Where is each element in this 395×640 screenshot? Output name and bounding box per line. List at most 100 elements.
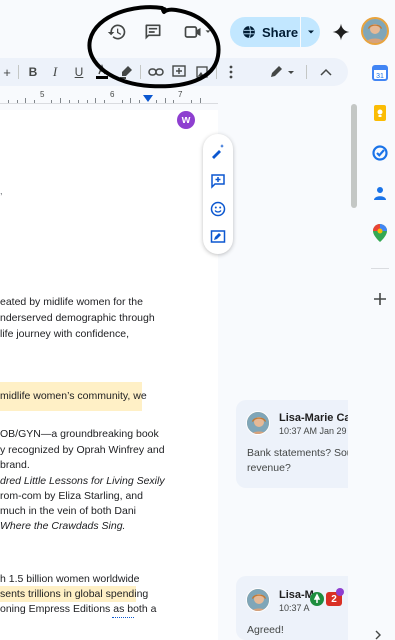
doc-line[interactable]: OB/GYN—a groundbreaking book — [0, 428, 159, 440]
doc-line[interactable]: rom-com by Eliza Starling, and — [0, 490, 143, 502]
ruler-number: 5 — [40, 90, 45, 99]
doc-line[interactable]: eated by midlife women for the — [0, 296, 143, 308]
ruler-tick — [87, 100, 88, 103]
spellcheck-underline — [112, 616, 134, 618]
ruler-tick — [130, 98, 131, 103]
toolbar-divider — [140, 65, 141, 79]
ruler-tick — [200, 98, 201, 103]
more-options-button[interactable] — [226, 62, 236, 82]
ruler-tick — [139, 100, 140, 103]
commenter-avatar — [246, 411, 270, 435]
doc-line[interactable]: brand. — [0, 459, 30, 471]
document-page[interactable]: , eated by midlife women for the nderser… — [0, 110, 218, 640]
share-button[interactable]: Share — [230, 17, 320, 47]
doc-line[interactable]: oning Empress Editions as both a — [0, 603, 156, 615]
calendar-icon[interactable]: 31 — [371, 64, 389, 82]
keep-icon[interactable] — [371, 104, 389, 122]
top-bar: Share — [0, 0, 395, 58]
help-me-write-button[interactable] — [209, 142, 227, 160]
bold-button[interactable]: B — [26, 62, 40, 82]
italic-button[interactable]: I — [48, 62, 62, 82]
doc-line[interactable]: dred Little Lessons for Living Sexily — [0, 475, 165, 487]
floating-action-bar — [203, 134, 233, 254]
add-comment-icon — [172, 65, 186, 77]
doc-line[interactable]: much in the vein of both Dani — [0, 505, 136, 517]
doc-line[interactable]: h 1.5 billion women worldwide — [0, 573, 140, 585]
commenter-name: Lisa-M — [279, 589, 314, 601]
suggest-edit-icon — [210, 230, 226, 243]
video-call-icon[interactable] — [180, 18, 216, 46]
text-color-icon — [96, 64, 108, 79]
commenter-name: Lisa-Marie Ca — [279, 412, 348, 424]
grammarly-icon[interactable] — [310, 592, 324, 606]
share-label: Share — [262, 24, 299, 40]
maps-icon[interactable] — [371, 224, 389, 242]
document-scrollbar[interactable] — [351, 104, 357, 208]
text-color-button[interactable] — [94, 62, 110, 82]
font-size-increase-button[interactable]: + — [1, 62, 13, 82]
ruler-tick — [173, 100, 174, 103]
comment-card[interactable]: Lisa-M 10:37 A Agreed! 2 — [236, 576, 348, 640]
formatting-toolbar: + B I U — [0, 58, 348, 86]
doc-line-highlighted[interactable]: midlife women’s community, we — [0, 382, 147, 411]
share-main[interactable]: Share — [230, 17, 300, 47]
ruler-tick — [34, 100, 35, 103]
add-comment-icon — [211, 174, 225, 189]
toolbar-divider — [216, 65, 217, 79]
comment-card[interactable]: Lisa-Marie Ca 10:37 AM Jan 29 Bank state… — [236, 400, 348, 488]
comment-timestamp: 10:37 A — [279, 603, 310, 613]
add-comment-button[interactable] — [171, 62, 187, 82]
comment-text: Agreed! — [247, 624, 284, 636]
comment-text: revenue? — [247, 462, 291, 474]
ruler-tick — [25, 98, 26, 103]
cursor-mark: , — [0, 186, 3, 196]
add-comment-float-button[interactable] — [209, 172, 227, 190]
highlight-button[interactable] — [118, 62, 134, 82]
sparkle-icon[interactable] — [327, 18, 355, 46]
add-emoji-reaction-button[interactable] — [209, 200, 227, 218]
highlighter-icon — [120, 66, 132, 79]
indent-marker-icon[interactable] — [143, 95, 153, 102]
user-avatar[interactable] — [361, 17, 389, 45]
ruler-tick — [60, 98, 61, 103]
editing-mode-button[interactable] — [268, 62, 296, 82]
magic-pen-icon — [212, 144, 224, 159]
underline-button[interactable]: U — [72, 62, 86, 82]
doc-line[interactable]: y recognized by Oprah Winfrey and — [0, 444, 165, 456]
ruler[interactable]: 5 6 7 — [0, 90, 218, 104]
toolbar-divider — [306, 65, 307, 79]
writing-assistant-badge[interactable]: w — [177, 111, 195, 129]
share-dropdown-button[interactable] — [301, 17, 320, 47]
history-icon[interactable] — [103, 18, 131, 46]
chevron-right-icon[interactable] — [374, 630, 382, 640]
tasks-icon[interactable] — [371, 144, 389, 162]
ruler-tick — [156, 100, 157, 103]
link-icon — [148, 68, 164, 76]
plus-badge-icon — [336, 588, 344, 596]
ruler-number: 6 — [110, 90, 115, 99]
caret-down-icon — [307, 30, 314, 34]
commenter-avatar — [246, 588, 270, 612]
contacts-icon[interactable] — [371, 184, 389, 202]
insert-image-button[interactable] — [195, 62, 209, 82]
insert-link-button[interactable] — [147, 62, 165, 82]
pencil-icon — [271, 66, 294, 77]
comment-icon[interactable] — [139, 18, 167, 46]
doc-line[interactable]: Where the Crawdads Sing. — [0, 520, 125, 532]
globe-icon — [243, 25, 255, 39]
svg-text:31: 31 — [376, 73, 384, 80]
ruler-tick — [165, 98, 166, 103]
chevron-up-icon — [320, 68, 332, 76]
ruler-tick — [191, 100, 192, 103]
comment-timestamp: 10:37 AM Jan 29 — [279, 426, 347, 436]
doc-line-highlighted[interactable]: sents trillions in global spending — [0, 586, 148, 602]
ruler-tick — [51, 100, 52, 103]
image-icon — [196, 66, 208, 78]
hide-menus-button[interactable] — [318, 62, 334, 82]
doc-line[interactable]: nderserved demographic through — [0, 312, 155, 324]
suggest-edits-button[interactable] — [209, 228, 227, 246]
add-addon-icon[interactable] — [371, 290, 389, 308]
ruler-tick — [69, 100, 70, 103]
doc-line[interactable]: life journey with confidence, — [0, 328, 129, 340]
ruler-tick — [8, 100, 9, 103]
